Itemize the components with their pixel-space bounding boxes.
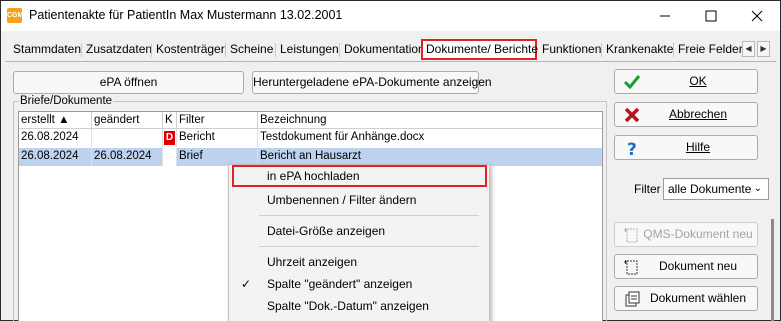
column-header-bezeichnung[interactable]: Bezeichnung <box>258 112 602 129</box>
checkmark-icon: ✓ <box>241 277 252 291</box>
filter-select-value: alle Dokumente <box>668 182 752 196</box>
filter-label: Filter <box>634 182 661 196</box>
cell-filter: Bericht <box>177 129 258 147</box>
epa-downloaded-button[interactable]: Heruntergeladene ePA-Dokumente anzeigen <box>252 71 492 94</box>
document-badge: D <box>164 131 175 145</box>
cell-k: D <box>163 129 177 147</box>
tab-panel-border <box>5 61 776 62</box>
tab-scroll-left-icon[interactable]: ◀ <box>742 41 755 57</box>
tab-funktionen[interactable]: Funktionen <box>538 40 605 60</box>
tab-dokumente-berichte[interactable]: Dokumente/ Berichte <box>421 39 538 60</box>
maximize-icon <box>705 10 717 22</box>
menu-item-filesize[interactable]: Datei-Größe anzeigen <box>229 220 489 242</box>
new-document-icon <box>624 228 638 243</box>
tab-scroll-right-icon[interactable]: ▶ <box>757 41 770 57</box>
menu-item-column-changed[interactable]: ✓ Spalte "geändert" anzeigen <box>229 273 489 295</box>
menu-separator <box>259 215 479 216</box>
cancel-button-label: Abbrechen <box>668 107 728 121</box>
menu-item-rename[interactable]: Umbenennen / Filter ändern <box>229 189 489 211</box>
help-question-icon: ? <box>627 140 637 157</box>
document-select-button[interactable]: Dokument wählen <box>614 286 758 311</box>
tab-zusatzdaten[interactable]: Zusatzdaten <box>82 40 156 60</box>
epa-open-button[interactable]: ePA öffnen <box>13 71 244 94</box>
title-bar: CGM Patientenakte für PatientIn Max Must… <box>1 1 780 31</box>
document-new-label: Dokument neu <box>658 259 738 273</box>
cell-geaendert <box>92 129 163 147</box>
qms-document-new-label: QMS-Dokument neu <box>643 227 753 241</box>
close-icon <box>751 10 763 22</box>
menu-item-epa-upload[interactable]: in ePA hochladen <box>232 165 487 187</box>
chevron-down-icon: ⌄ <box>753 183 762 194</box>
tab-leistungen[interactable]: Leistungen <box>276 40 343 60</box>
tab-dokumentation[interactable]: Dokumentation <box>340 40 429 60</box>
checkmark-icon <box>623 75 641 90</box>
window-title: Patientenakte für PatientIn Max Musterma… <box>29 8 343 22</box>
document-new-button[interactable]: Dokument neu <box>614 254 758 279</box>
document-stack-icon <box>625 291 640 307</box>
context-menu: in ePA hochladen Umbenennen / Filter änd… <box>228 164 490 321</box>
cell-erstellt: 26.08.2024 <box>19 129 92 147</box>
table-row[interactable]: 26.08.2024 D Bericht Testdokument für An… <box>19 129 602 147</box>
menu-item-show-time[interactable]: Uhrzeit anzeigen <box>229 251 489 273</box>
filter-select[interactable]: alle Dokumente ⌄ <box>663 178 769 200</box>
qms-document-new-button[interactable]: QMS-Dokument neu <box>614 222 758 247</box>
app-icon: CGM <box>7 8 23 23</box>
ok-button-label: OK <box>689 74 707 88</box>
column-header-geaendert[interactable]: geändert <box>92 112 163 129</box>
cell-bezeichnung: Testdokument für Anhänge.docx <box>260 131 425 143</box>
patient-record-window: CGM Patientenakte für PatientIn Max Must… <box>0 0 781 321</box>
tab-krankenakte[interactable]: Krankenakte <box>602 40 677 60</box>
tab-kostentraeger[interactable]: Kostenträger <box>152 40 229 60</box>
column-header-k[interactable]: K <box>163 112 177 129</box>
document-select-label: Dokument wählen <box>649 291 747 305</box>
svg-text:?: ? <box>627 140 637 157</box>
tab-stammdaten[interactable]: Stammdaten <box>9 40 85 60</box>
vertical-scrollbar[interactable] <box>766 219 778 321</box>
ok-button[interactable]: OK <box>614 69 758 94</box>
maximize-button[interactable] <box>688 1 734 31</box>
column-header-erstellt[interactable]: erstellt ▲ <box>19 112 92 129</box>
documents-group-label: Briefe/Dokumente <box>19 95 114 107</box>
cell-erstellt: 26.08.2024 <box>19 148 92 166</box>
menu-separator <box>259 246 479 247</box>
cancel-x-icon <box>624 107 640 123</box>
tab-freie-felder[interactable]: Freie Felder <box>674 40 747 60</box>
cancel-button[interactable]: Abbrechen <box>614 102 758 127</box>
minimize-button[interactable] <box>642 1 688 31</box>
cell-geaendert: 26.08.2024 <box>92 148 163 166</box>
close-button[interactable] <box>734 1 780 31</box>
menu-item-column-docdate[interactable]: Spalte "Dok.-Datum" anzeigen <box>229 295 489 317</box>
help-button-label: Hilfe <box>685 140 710 154</box>
column-header-filter[interactable]: Filter <box>177 112 258 129</box>
new-document-icon <box>624 260 638 275</box>
tab-scheine[interactable]: Scheine <box>226 40 277 60</box>
cell-k <box>163 148 177 166</box>
minimize-icon <box>660 15 670 17</box>
help-button[interactable]: ? Hilfe <box>614 135 758 160</box>
menu-item-column-changed-label: Spalte "geändert" anzeigen <box>267 277 413 291</box>
tab-bar: Stammdaten Zusatzdaten Kostenträger Sche… <box>1 39 780 61</box>
